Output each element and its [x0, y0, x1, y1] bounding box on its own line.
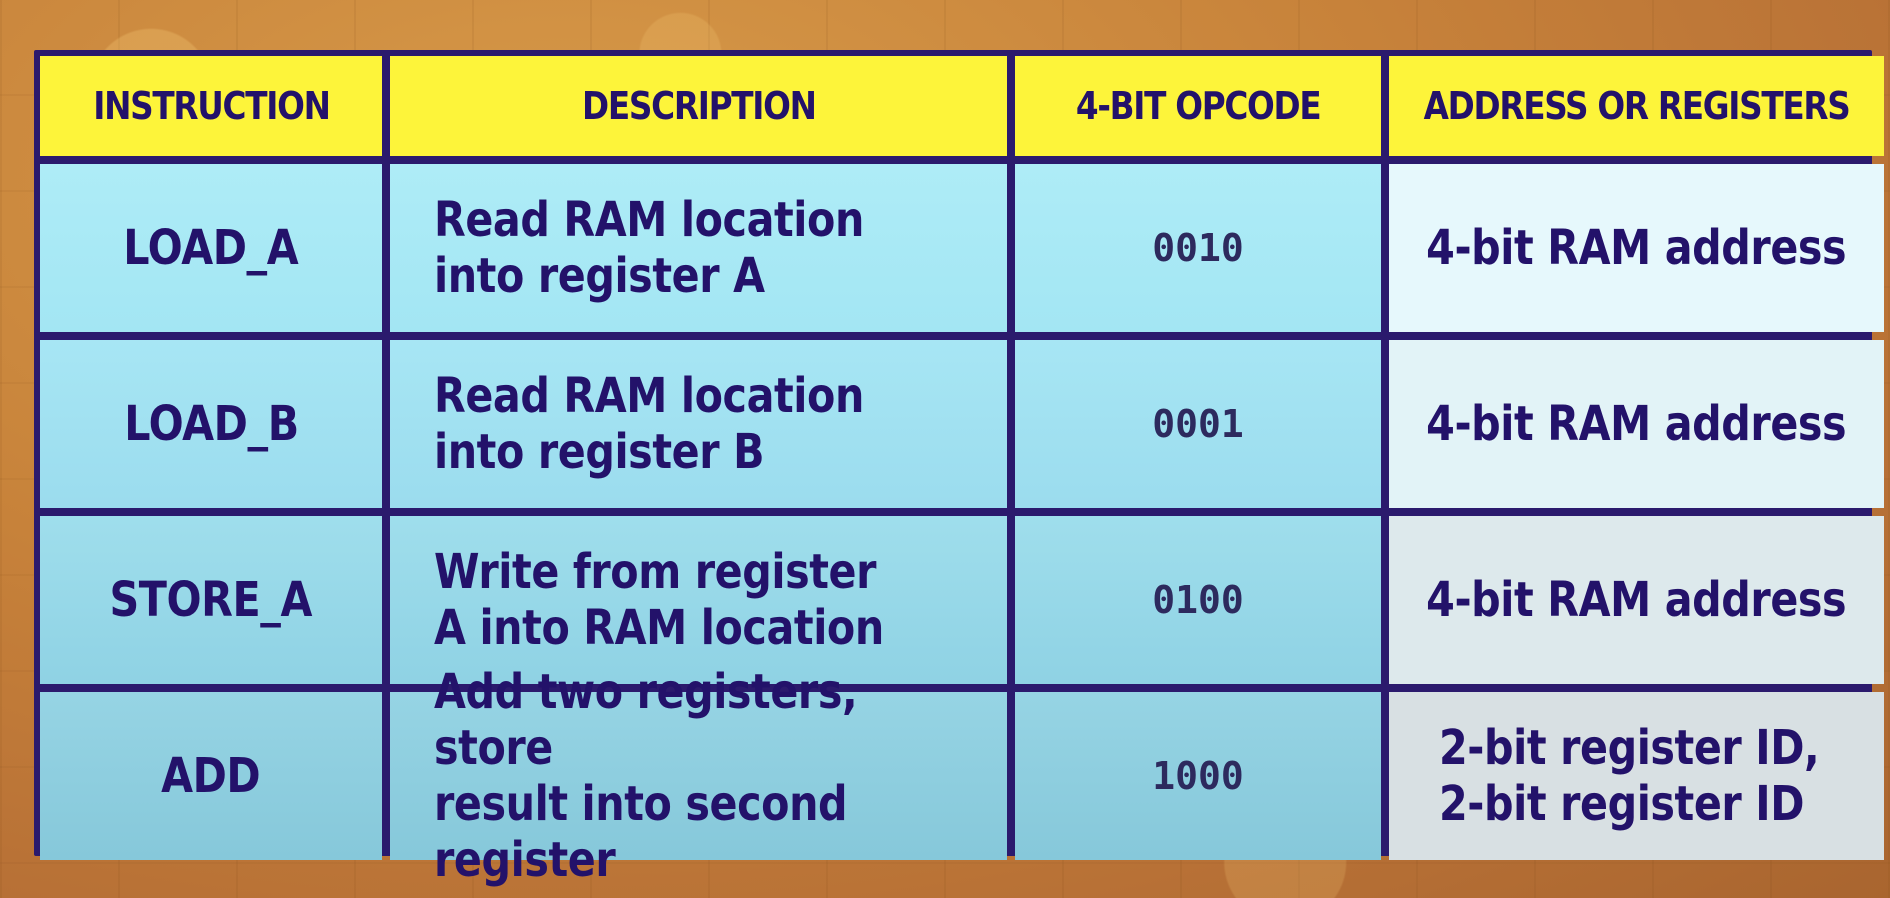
- row-1-opcode: 0010: [1015, 164, 1381, 332]
- row-3-opcode: 0100: [1015, 516, 1381, 684]
- row-2-instruction: LOAD_B: [40, 340, 382, 508]
- row-2-address: 4-bit RAM address: [1389, 340, 1885, 508]
- row-3-address: 4-bit RAM address: [1389, 516, 1885, 684]
- row-2-opcode: 0001: [1015, 340, 1381, 508]
- row-1-instruction: LOAD_A: [40, 164, 382, 332]
- row-3-instruction: STORE_A: [40, 516, 382, 684]
- header-instruction: INSTRUCTION: [40, 56, 382, 156]
- row-4-description: Add two registers, store result into sec…: [390, 664, 1007, 888]
- row-3-description: Write from register A into RAM location: [390, 516, 1007, 684]
- row-4-opcode: 1000: [1015, 692, 1381, 860]
- row-4-instruction: ADD: [40, 692, 382, 860]
- header-address: ADDRESS OR REGISTERS: [1389, 56, 1885, 156]
- header-opcode: 4-BIT OPCODE: [1015, 56, 1381, 156]
- row-2-description: Read RAM location into register B: [390, 340, 1007, 508]
- instruction-table-grid: INSTRUCTION DESCRIPTION 4-BIT OPCODE ADD…: [40, 56, 1885, 888]
- row-1-description: Read RAM location into register A: [390, 164, 1007, 332]
- row-4-address: 2-bit register ID, 2-bit register ID: [1389, 692, 1885, 860]
- header-description: DESCRIPTION: [390, 56, 1007, 156]
- row-1-address: 4-bit RAM address: [1389, 164, 1885, 332]
- instruction-table: INSTRUCTION DESCRIPTION 4-BIT OPCODE ADD…: [34, 50, 1885, 888]
